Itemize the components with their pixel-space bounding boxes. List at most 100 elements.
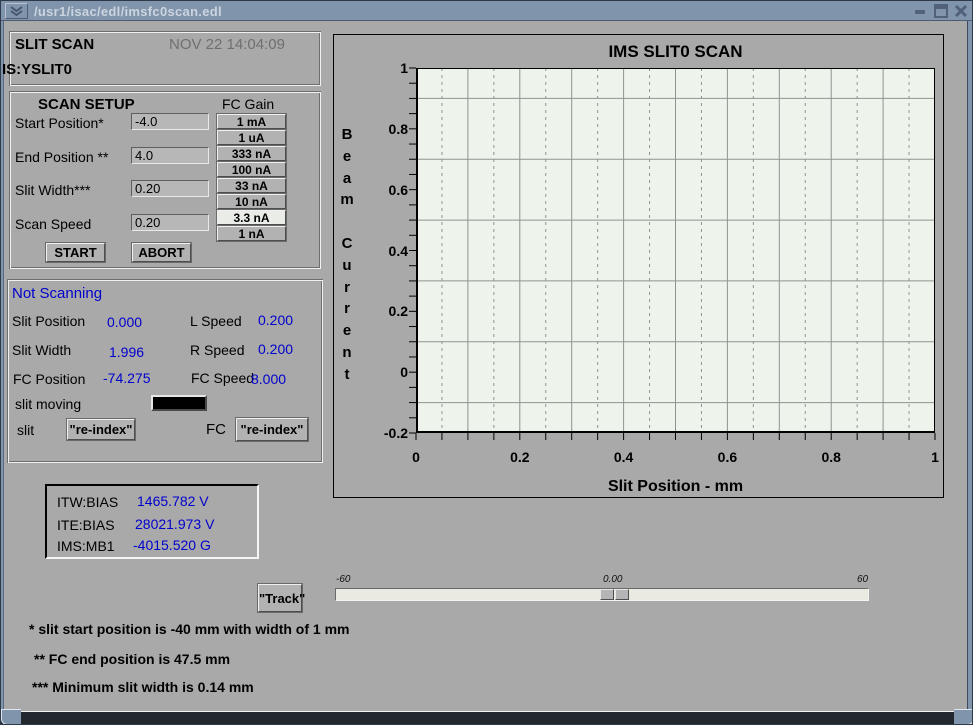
ims-mb1-label: IMS:MB1 xyxy=(57,538,115,554)
x-tick-label: 0 xyxy=(396,449,436,465)
window-frame-right xyxy=(967,21,973,713)
l-speed-label: L Speed xyxy=(190,313,242,329)
footnote-3: *** Minimum slit width is 0.14 mm xyxy=(32,679,254,695)
slider-thumb[interactable] xyxy=(600,589,629,600)
titlebar[interactable]: /usr1/isac/edl/imsfc0scan.edl xyxy=(1,1,973,21)
chevron-down-icon xyxy=(10,4,23,19)
fc-gain-1ma-button[interactable]: 1 mA xyxy=(217,114,286,129)
y-axis-title-letter: e xyxy=(338,322,356,339)
y-tick-label: -0.2 xyxy=(362,425,408,441)
slit-position-value: 0.000 xyxy=(107,314,142,330)
fc-reindex-button[interactable]: "re-index" xyxy=(236,418,308,441)
slider-value-label: 0.00 xyxy=(603,574,622,585)
fc-gain-3.3na-button[interactable]: 3.3 nA xyxy=(217,210,286,225)
slit-width-input[interactable] xyxy=(131,180,209,197)
fc-gain-10na-button[interactable]: 10 nA xyxy=(217,194,286,209)
slider-thumb-right-half xyxy=(615,589,629,600)
footnote-1: * slit start position is -40 mm with wid… xyxy=(29,621,349,637)
x-tick-label: 0.6 xyxy=(707,449,747,465)
y-axis-title-letter: m xyxy=(338,191,356,208)
fc-speed-value: 8.000 xyxy=(251,371,286,387)
abort-button[interactable]: ABORT xyxy=(132,243,191,262)
application-window: /usr1/isac/edl/imsfc0scan.edl SLIT SCAN … xyxy=(0,0,973,725)
device-name: IS:YSLIT0 xyxy=(2,61,72,78)
fc-speed-label: FC Speed xyxy=(191,370,254,386)
slit-width-status-value: 1.996 xyxy=(109,344,144,360)
bias-panel: ITW:BIAS 1465.782 V ITE:BIAS 28021.973 V… xyxy=(45,484,259,559)
y-tick-label: 0.2 xyxy=(362,303,408,319)
y-axis-title-letter: r xyxy=(338,279,356,296)
slider-max-label: 60 xyxy=(857,574,868,585)
x-axis-title: Slit Position - mm xyxy=(416,478,935,496)
slit-moving-indicator xyxy=(151,395,207,411)
y-axis-title-letter: t xyxy=(338,366,356,383)
scan-speed-input[interactable] xyxy=(131,214,209,231)
slit-position-label: Slit Position xyxy=(12,313,85,329)
scan-chart: IMS SLIT0 SCAN 1 0.8 0.6 0.4 0.2 0 -0.2 0 0.2 0.… xyxy=(333,34,944,498)
slider-min-label: -60 xyxy=(336,574,350,585)
window-menu-button[interactable] xyxy=(5,3,28,19)
window-resize-corner-left[interactable] xyxy=(1,709,21,725)
ite-bias-label: ITE:BIAS xyxy=(57,517,115,533)
track-button[interactable]: "Track" xyxy=(258,584,302,612)
r-speed-label: R Speed xyxy=(190,342,244,358)
chart-plot-area xyxy=(416,68,935,433)
minimize-button[interactable] xyxy=(911,4,931,18)
timestamp: NOV 22 14:04:09 xyxy=(169,36,285,53)
scan-state: Not Scanning xyxy=(12,285,102,302)
slit-width-label: Slit Width*** xyxy=(15,182,90,198)
slit-label: slit xyxy=(17,422,34,438)
y-tick-label: 0.6 xyxy=(362,182,408,198)
y-axis-title-letter: C xyxy=(338,235,356,252)
y-tick-label: 0.4 xyxy=(362,243,408,259)
end-position-input[interactable] xyxy=(131,147,209,164)
fc-gain-1ua-button[interactable]: 1 uA xyxy=(217,130,286,145)
y-axis-title-letter: a xyxy=(338,170,356,187)
y-axis-title-letter: e xyxy=(338,148,356,165)
slit-width-status-label: Slit Width xyxy=(12,342,71,358)
x-tick-label: 0.8 xyxy=(811,449,851,465)
fc-position-label: FC Position xyxy=(13,371,85,387)
fc-gain-33na-button[interactable]: 33 nA xyxy=(217,178,286,193)
y-axis-title-letter: B xyxy=(338,126,356,143)
page-title: SLIT SCAN xyxy=(15,36,94,53)
fc-gain-1na-button[interactable]: 1 nA xyxy=(217,226,286,241)
y-axis-title-letter: r xyxy=(338,300,356,317)
slider-thumb-left-half xyxy=(600,589,614,600)
y-axis-title-letter: n xyxy=(338,344,356,361)
slider-track[interactable] xyxy=(335,588,869,601)
start-position-label: Start Position* xyxy=(15,115,104,131)
y-axis-title-letter: u xyxy=(338,257,356,274)
window-frame-left xyxy=(1,21,4,713)
r-speed-value: 0.200 xyxy=(258,341,293,357)
ite-bias-value: 28021.973 V xyxy=(135,516,214,532)
scan-speed-label: Scan Speed xyxy=(15,216,91,232)
x-tick-label: 1 xyxy=(915,449,955,465)
start-button[interactable]: START xyxy=(46,243,105,262)
scan-setup-title: SCAN SETUP xyxy=(38,96,135,113)
fc-gain-title: FC Gain xyxy=(222,96,274,112)
fc-label: FC xyxy=(206,421,226,438)
start-position-input[interactable] xyxy=(131,113,209,130)
y-tick-label: 1 xyxy=(362,60,408,76)
ims-mb1-value: -4015.520 G xyxy=(133,537,211,553)
fc-gain-100na-button[interactable]: 100 nA xyxy=(217,162,286,177)
close-button[interactable] xyxy=(952,4,972,18)
end-position-label: End Position ** xyxy=(15,149,108,165)
chart-title: IMS SLIT0 SCAN xyxy=(416,42,935,62)
maximize-button[interactable] xyxy=(932,4,952,18)
y-tick-label: 0.8 xyxy=(362,121,408,137)
fc-gain-333na-button[interactable]: 333 nA xyxy=(217,146,286,161)
window-frame-bottom xyxy=(1,712,973,725)
window-resize-corner-right[interactable] xyxy=(954,709,973,725)
x-tick-label: 0.2 xyxy=(500,449,540,465)
slit-reindex-button[interactable]: "re-index" xyxy=(67,419,135,440)
footnote-2: ** FC end position is 47.5 mm xyxy=(34,651,230,667)
l-speed-value: 0.200 xyxy=(258,312,293,328)
window-title: /usr1/isac/edl/imsfc0scan.edl xyxy=(34,4,222,19)
slit-moving-label: slit moving xyxy=(15,396,81,412)
itw-bias-value: 1465.782 V xyxy=(137,493,209,509)
itw-bias-label: ITW:BIAS xyxy=(57,494,118,510)
y-tick-label: 0 xyxy=(362,364,408,380)
x-tick-label: 0.4 xyxy=(604,449,644,465)
